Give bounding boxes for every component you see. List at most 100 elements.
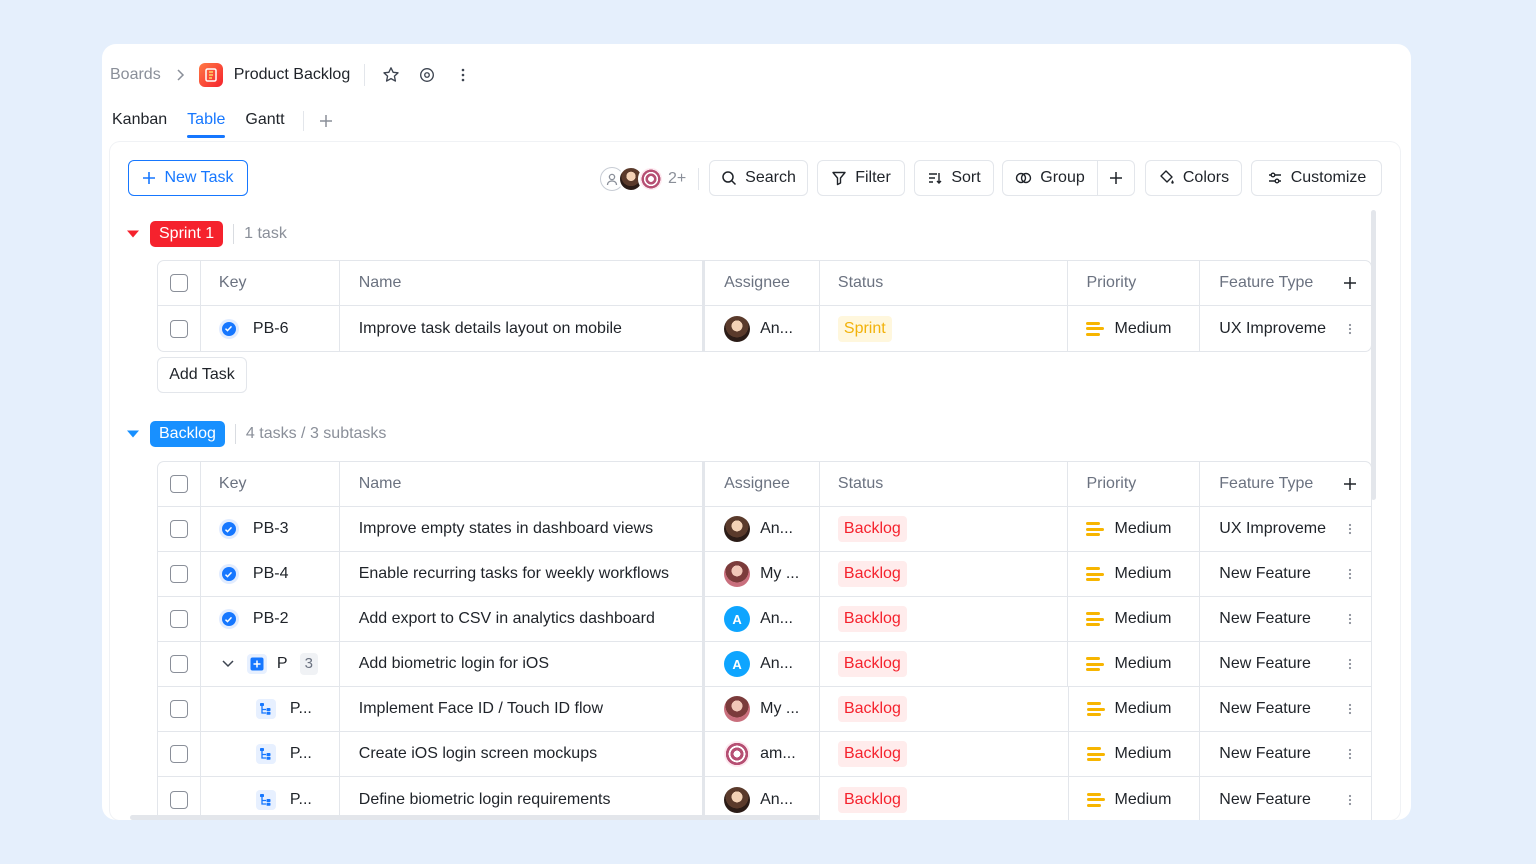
column-header-name[interactable]: Name [340, 462, 706, 506]
assignee-cell[interactable]: My ... [705, 687, 820, 731]
task-key[interactable]: PB-4 [253, 565, 289, 583]
column-header-priority[interactable]: Priority [1068, 261, 1201, 305]
priority-cell[interactable]: Medium [1069, 732, 1201, 776]
group-tag-sprint[interactable]: Sprint 1 [150, 221, 224, 247]
column-header-assignee[interactable]: Assignee [705, 462, 820, 506]
task-name[interactable]: Implement Face ID / Touch ID flow [340, 687, 706, 731]
task-key[interactable]: PB-6 [253, 320, 289, 338]
add-task-button[interactable]: Add Task [157, 357, 247, 393]
horizontal-scrollbar[interactable] [130, 815, 820, 820]
group-tag-backlog[interactable]: Backlog [150, 421, 225, 447]
select-all-checkbox[interactable] [169, 274, 188, 292]
priority-cell[interactable]: Medium [1068, 642, 1201, 686]
feature-type-cell[interactable]: New Feature [1200, 777, 1328, 820]
group-button[interactable]: Group [1002, 160, 1098, 196]
assignee-cell[interactable]: My ... [705, 552, 820, 596]
row-checkbox[interactable] [169, 319, 188, 338]
task-key[interactable]: P... [290, 791, 312, 809]
column-header-status[interactable]: Status [820, 462, 1069, 506]
feature-type-cell[interactable]: New Feature [1200, 687, 1328, 731]
row-checkbox[interactable] [169, 610, 188, 628]
assignee-cell[interactable]: A An... [705, 642, 820, 686]
customize-button[interactable]: Customize [1251, 160, 1382, 196]
row-checkbox[interactable] [169, 790, 188, 809]
task-name[interactable]: Enable recurring tasks for weekly workfl… [340, 552, 706, 596]
more-vertical-icon[interactable] [1348, 323, 1352, 335]
priority-cell[interactable]: Medium [1069, 777, 1201, 820]
feature-type-cell[interactable]: New Feature [1200, 642, 1328, 686]
status-cell[interactable]: Backlog [820, 687, 1069, 731]
members-stack[interactable]: 2+ [600, 165, 686, 193]
colors-button[interactable]: Colors [1145, 160, 1242, 196]
column-header-priority[interactable]: Priority [1068, 462, 1201, 506]
assignee-cell[interactable]: am... [705, 732, 820, 776]
new-task-button[interactable]: New Task [128, 160, 248, 196]
priority-cell[interactable]: Medium [1068, 306, 1201, 351]
status-cell[interactable]: Sprint [820, 306, 1069, 351]
task-key[interactable]: PB-2 [253, 610, 289, 628]
more-vertical-icon[interactable] [451, 63, 475, 87]
watch-settings-icon[interactable] [415, 63, 439, 87]
table-row[interactable]: PB-6 Improve task details layout on mobi… [158, 306, 1371, 351]
add-column-icon[interactable] [1343, 276, 1357, 290]
chevron-down-icon[interactable] [221, 659, 235, 669]
table-row[interactable]: P 3 Add biometric login for iOS A An... … [158, 642, 1371, 687]
task-key[interactable]: P [277, 655, 288, 673]
row-checkbox[interactable] [169, 745, 188, 763]
more-vertical-icon[interactable] [1348, 794, 1352, 806]
task-name[interactable]: Add biometric login for iOS [340, 642, 706, 686]
task-key[interactable]: P... [290, 700, 312, 718]
breadcrumb-boards-link[interactable]: Boards [110, 66, 161, 84]
status-cell[interactable]: Backlog [820, 732, 1069, 776]
feature-type-cell[interactable]: UX Improveme [1200, 507, 1328, 551]
column-header-status[interactable]: Status [820, 261, 1069, 305]
feature-type-cell[interactable]: New Feature [1200, 732, 1328, 776]
more-vertical-icon[interactable] [1348, 658, 1352, 670]
task-name[interactable]: Improve empty states in dashboard views [340, 507, 706, 551]
table-row[interactable]: P... Create iOS login screen mockups am.… [158, 732, 1371, 777]
priority-cell[interactable]: Medium [1068, 507, 1201, 551]
task-name[interactable]: Add export to CSV in analytics dashboard [340, 597, 706, 641]
table-row[interactable]: PB-3 Improve empty states in dashboard v… [158, 507, 1371, 552]
assignee-cell[interactable]: An... [705, 507, 820, 551]
assignee-cell[interactable]: A An... [705, 597, 820, 641]
status-cell[interactable]: Backlog [820, 777, 1069, 820]
tab-kanban[interactable]: Kanban [112, 108, 167, 134]
feature-type-cell[interactable]: New Feature [1200, 597, 1328, 641]
row-checkbox[interactable] [169, 520, 188, 538]
status-cell[interactable]: Backlog [820, 507, 1069, 551]
more-vertical-icon[interactable] [1348, 703, 1352, 715]
tab-gantt[interactable]: Gantt [245, 108, 284, 134]
assignee-cell[interactable]: An... [705, 777, 820, 820]
priority-cell[interactable]: Medium [1068, 597, 1201, 641]
tab-table[interactable]: Table [187, 108, 226, 138]
priority-cell[interactable]: Medium [1069, 687, 1201, 731]
column-header-feature-type[interactable]: Feature Type [1200, 261, 1328, 305]
column-header-key[interactable]: Key [201, 261, 340, 305]
more-vertical-icon[interactable] [1348, 568, 1352, 580]
add-view-icon[interactable] [318, 113, 334, 129]
column-header-feature-type[interactable]: Feature Type [1200, 462, 1328, 506]
column-header-key[interactable]: Key [201, 462, 340, 506]
task-key[interactable]: P... [290, 745, 312, 763]
vertical-scrollbar[interactable] [1371, 210, 1376, 500]
row-checkbox[interactable] [169, 655, 188, 673]
feature-type-cell[interactable]: New Feature [1200, 552, 1328, 596]
filter-button[interactable]: Filter [817, 160, 905, 196]
feature-type-cell[interactable]: UX Improveme [1200, 306, 1328, 351]
add-group-button[interactable] [1097, 160, 1135, 196]
collapse-caret-icon[interactable] [126, 429, 140, 439]
table-row[interactable]: PB-2 Add export to CSV in analytics dash… [158, 597, 1371, 642]
table-row[interactable]: P... Implement Face ID / Touch ID flow M… [158, 687, 1371, 732]
task-name[interactable]: Define biometric login requirements [340, 777, 706, 820]
table-row[interactable]: PB-4 Enable recurring tasks for weekly w… [158, 552, 1371, 597]
priority-cell[interactable]: Medium [1068, 552, 1201, 596]
search-button[interactable]: Search [709, 160, 808, 196]
more-vertical-icon[interactable] [1348, 613, 1352, 625]
task-name[interactable]: Create iOS login screen mockups [340, 732, 706, 776]
sort-button[interactable]: Sort [914, 160, 994, 196]
status-cell[interactable]: Backlog [820, 597, 1069, 641]
status-cell[interactable]: Backlog [820, 552, 1069, 596]
collapse-caret-icon[interactable] [126, 229, 140, 239]
more-vertical-icon[interactable] [1348, 523, 1352, 535]
